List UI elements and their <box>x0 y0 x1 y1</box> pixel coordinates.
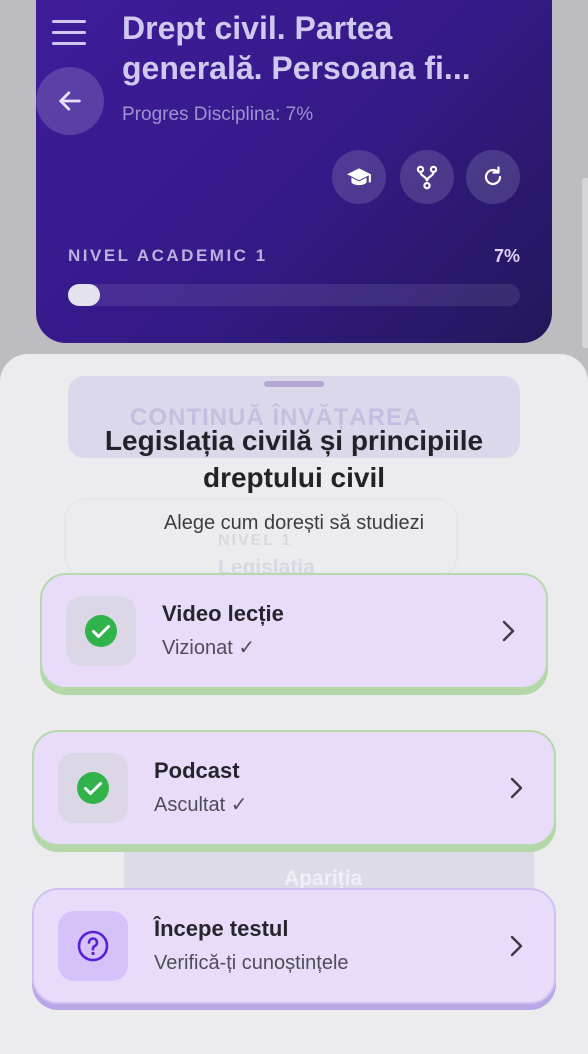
video-status-icon-box <box>66 596 136 666</box>
chevron-right-icon <box>502 620 515 642</box>
podcast-option[interactable]: Podcast Ascultat ✓ <box>32 730 556 846</box>
video-lesson-option[interactable]: Video lecție Vizionat ✓ <box>40 573 548 689</box>
option-status: Vizionat ✓ <box>162 637 256 659</box>
level-percent: 7% <box>493 246 520 266</box>
level-progress-fill <box>68 284 100 306</box>
option-title: Podcast <box>154 758 240 783</box>
chevron-right-icon <box>510 935 523 957</box>
chevron-right-icon <box>510 777 523 799</box>
sheet-subtitle: Alege cum dorești să studiezi <box>163 512 425 534</box>
graduation-button[interactable] <box>332 150 386 204</box>
option-status: Ascultat ✓ <box>154 794 248 816</box>
podcast-status-icon-box <box>58 753 128 823</box>
level-progress-bar <box>68 284 520 306</box>
option-status: Verifică-ți cunoștințele <box>154 952 349 974</box>
refresh-icon <box>484 166 502 186</box>
discipline-progress-text: Progres Disciplina: 7% <box>122 104 314 125</box>
refresh-button[interactable] <box>466 150 520 204</box>
level-label: NIVEL ACADEMIC 1 <box>68 246 268 265</box>
fork-button[interactable] <box>400 150 454 204</box>
fork-icon <box>416 165 438 190</box>
course-title: Drept civil. Partea generală. Persoana f… <box>122 10 471 86</box>
arrow-left-icon <box>59 91 81 111</box>
graduation-cap-icon <box>347 168 371 186</box>
check-circle-icon <box>77 772 109 804</box>
sheet-drag-handle[interactable] <box>264 381 324 387</box>
start-test-option[interactable]: Începe testul Verifică-ți cunoștințele <box>32 888 556 1004</box>
option-title: Începe testul <box>154 916 289 941</box>
back-button[interactable] <box>36 67 104 135</box>
option-title: Video lecție <box>162 601 284 626</box>
check-circle-icon <box>85 615 117 647</box>
test-icon-box <box>58 911 128 981</box>
sheet-title: Legislația civilă și principiile dreptul… <box>104 425 484 493</box>
menu-button[interactable] <box>52 14 90 50</box>
scrollbar[interactable] <box>582 178 588 348</box>
question-circle-icon <box>77 930 109 962</box>
